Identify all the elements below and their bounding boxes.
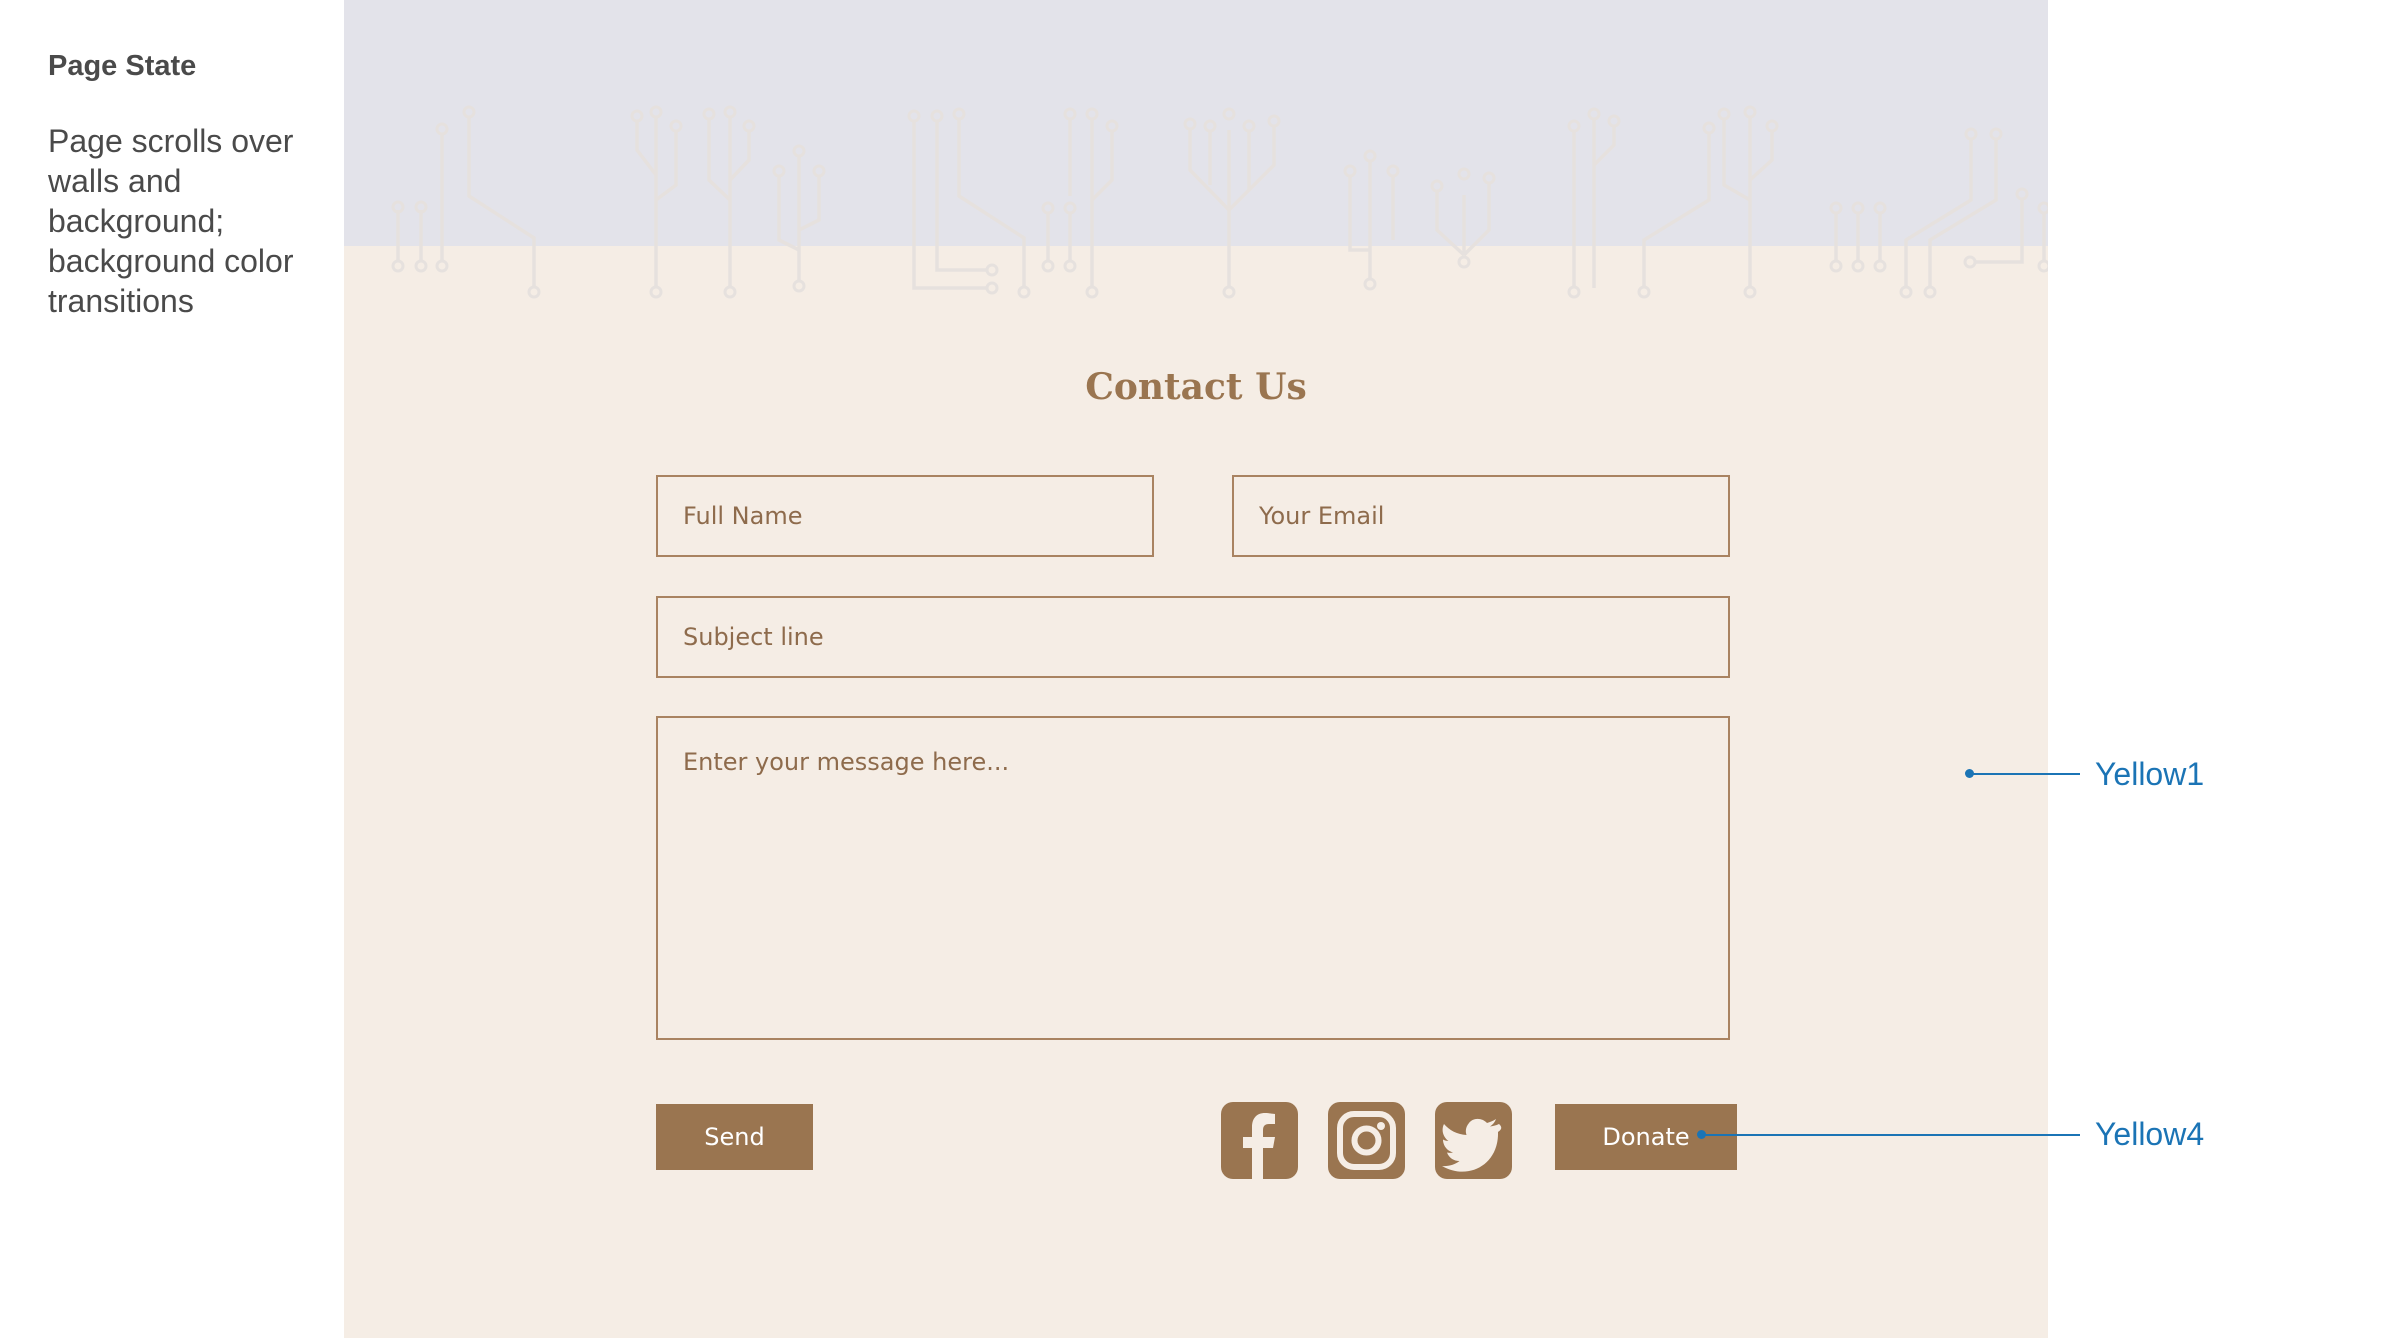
notes-description: Page scrolls over walls and background; … bbox=[48, 123, 294, 319]
message-placeholder: Enter your message here... bbox=[683, 748, 1010, 776]
yellow1-annotation: Yellow1 bbox=[2095, 756, 2205, 792]
notes-title: Page State bbox=[48, 50, 197, 82]
full-name-placeholder: Full Name bbox=[683, 502, 803, 530]
donate-button[interactable]: Donate bbox=[1555, 1104, 1737, 1170]
instagram-icon[interactable] bbox=[1328, 1102, 1405, 1179]
yellow4-leader-line bbox=[1702, 1134, 2080, 1136]
twitter-icon[interactable] bbox=[1435, 1102, 1512, 1179]
email-input[interactable]: Your Email bbox=[1232, 475, 1730, 557]
send-button[interactable]: Send bbox=[656, 1104, 813, 1170]
message-textarea[interactable]: Enter your message here... bbox=[656, 716, 1730, 1040]
subject-input[interactable]: Subject line bbox=[656, 596, 1730, 678]
yellow1-leader-line bbox=[1970, 773, 2080, 775]
page-canvas: Contact Us Full Name Your Email Subject … bbox=[344, 0, 2048, 1338]
circuit-wall-decoration bbox=[391, 105, 2048, 299]
contact-heading: Contact Us bbox=[1085, 366, 1307, 408]
page-state-notes: Page State Page scrolls over walls and b… bbox=[48, 50, 328, 321]
yellow4-annotation: Yellow4 bbox=[2095, 1116, 2205, 1152]
subject-placeholder: Subject line bbox=[683, 623, 824, 651]
facebook-icon[interactable] bbox=[1221, 1102, 1298, 1179]
email-placeholder: Your Email bbox=[1259, 502, 1385, 530]
full-name-input[interactable]: Full Name bbox=[656, 475, 1154, 557]
